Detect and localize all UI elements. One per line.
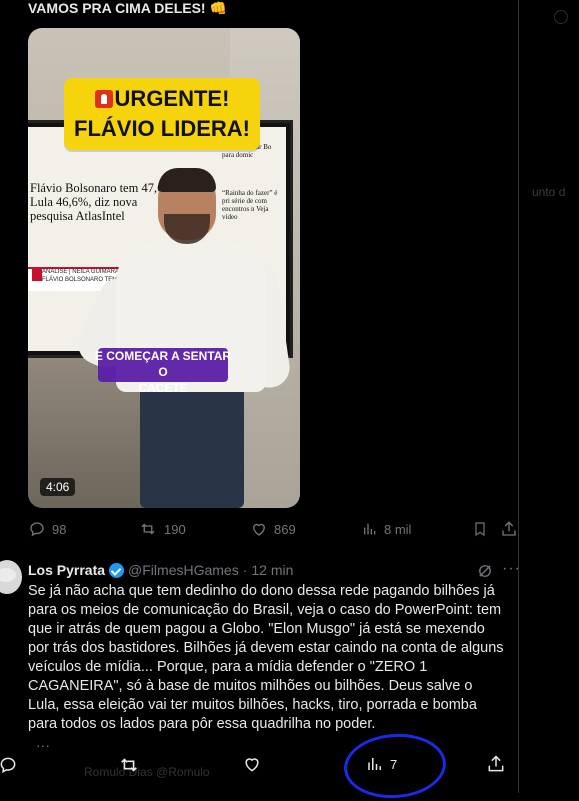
bookmark-button[interactable]	[472, 518, 488, 540]
repost-icon	[141, 523, 155, 535]
avatar[interactable]	[0, 560, 22, 594]
video-caption: E COMEÇAR A SENTAR O CACETE	[92, 348, 234, 396]
tweet-text-ending: VAMOS PRA CIMA DELES! 👊	[28, 0, 227, 16]
reply-button[interactable]: 98	[28, 518, 66, 540]
caption-line: E COMEÇAR A SENTAR O	[94, 349, 232, 379]
analytics-icon	[364, 523, 376, 535]
more-options-icon[interactable]: ···	[502, 560, 521, 578]
repost-count: 190	[164, 521, 186, 537]
heart-icon[interactable]	[242, 754, 262, 774]
urgent-subtitle: FLÁVIO LIDERA!	[74, 116, 250, 141]
repost-button[interactable]: 190	[138, 518, 186, 540]
caption-line: CACETE	[138, 381, 188, 395]
video-player[interactable]: Flávio Bolsonaro tem 47,6%; Lula 46,6%, …	[28, 28, 300, 508]
grok-icon[interactable]	[476, 562, 494, 580]
urgent-title: URGENTE!	[114, 86, 230, 111]
author-name[interactable]: Los Pyrrata	[28, 562, 105, 578]
share-button[interactable]	[500, 518, 518, 540]
like-count: 869	[274, 521, 296, 537]
bookmark-icon	[475, 522, 485, 537]
video-duration: 4:06	[40, 478, 76, 496]
tv-logo-icon	[32, 267, 42, 281]
share-icon	[502, 521, 516, 536]
tweet-header: Los Pyrrata @FilmesHGames · 12 min	[28, 562, 293, 578]
reply-count: 98	[52, 521, 67, 537]
column-divider	[518, 0, 519, 793]
settings-icon[interactable]	[554, 10, 568, 24]
right-panel-text: unto d	[532, 185, 566, 199]
repost-icon[interactable]	[118, 754, 140, 776]
views-count: 8 mil	[384, 521, 412, 537]
tweet-text: Se já não acha que tem dedinho do dono d…	[28, 583, 504, 732]
author-handle[interactable]: @FilmesHGames	[128, 562, 239, 578]
separator: ·	[242, 562, 248, 578]
tv-side-text: “Rainha do fazer” é pri série de com enc…	[222, 189, 278, 221]
heart-icon	[253, 523, 265, 536]
siren-icon	[94, 90, 113, 108]
reply-icon[interactable]	[0, 755, 18, 775]
person-pants	[140, 378, 244, 508]
verified-badge-icon	[109, 562, 125, 578]
tweet-action-bar: 98 190 869 8 mil	[28, 518, 518, 540]
person-hair	[158, 168, 216, 192]
reply-icon	[30, 522, 44, 537]
share-icon[interactable]	[486, 754, 506, 774]
like-button[interactable]: 869	[250, 518, 296, 540]
urgent-banner: URGENTE! FLÁVIO LIDERA!	[64, 78, 260, 150]
views-button[interactable]: 8 mil	[362, 518, 411, 540]
timestamp[interactable]: 12 min	[251, 562, 293, 578]
tweet-action-bar: 7	[0, 745, 579, 793]
